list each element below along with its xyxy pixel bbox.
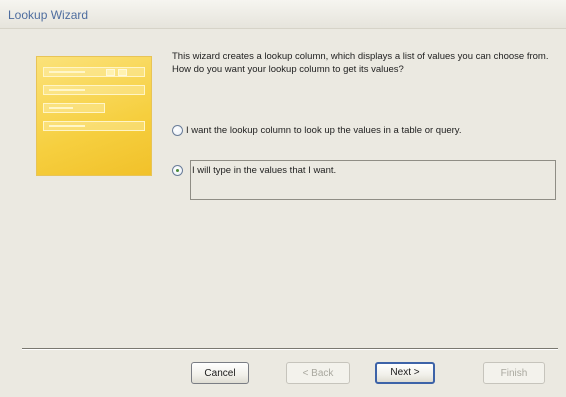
- art-button: [106, 69, 115, 76]
- art-dash: [49, 125, 85, 127]
- wizard-illustration: [36, 56, 152, 176]
- art-button: [118, 69, 127, 76]
- dialog-title: Lookup Wizard: [8, 8, 89, 22]
- option-label[interactable]: I will type in the values that I want.: [192, 164, 562, 177]
- option-label[interactable]: I want the lookup column to look up the …: [186, 124, 556, 137]
- art-list-row: [43, 121, 145, 131]
- radio-button-lookup-table[interactable]: [172, 125, 183, 136]
- art-dash: [49, 71, 85, 73]
- dialog-separator: [22, 348, 558, 350]
- art-list-row: [43, 85, 145, 95]
- art-dash: [49, 89, 85, 91]
- next-button[interactable]: Next >: [375, 362, 435, 384]
- title-bar: Lookup Wizard: [0, 0, 566, 29]
- wizard-description: This wizard creates a lookup column, whi…: [172, 51, 549, 75]
- finish-button[interactable]: Finish: [483, 362, 545, 384]
- art-combo-row: [43, 67, 145, 77]
- lookup-wizard-dialog: Lookup Wizard This wizard creates a look…: [0, 0, 566, 397]
- cancel-button[interactable]: Cancel: [191, 362, 249, 384]
- radio-button-type-values[interactable]: [172, 165, 183, 176]
- back-button[interactable]: < Back: [286, 362, 350, 384]
- art-list-row: [43, 103, 105, 113]
- art-dash: [49, 107, 73, 109]
